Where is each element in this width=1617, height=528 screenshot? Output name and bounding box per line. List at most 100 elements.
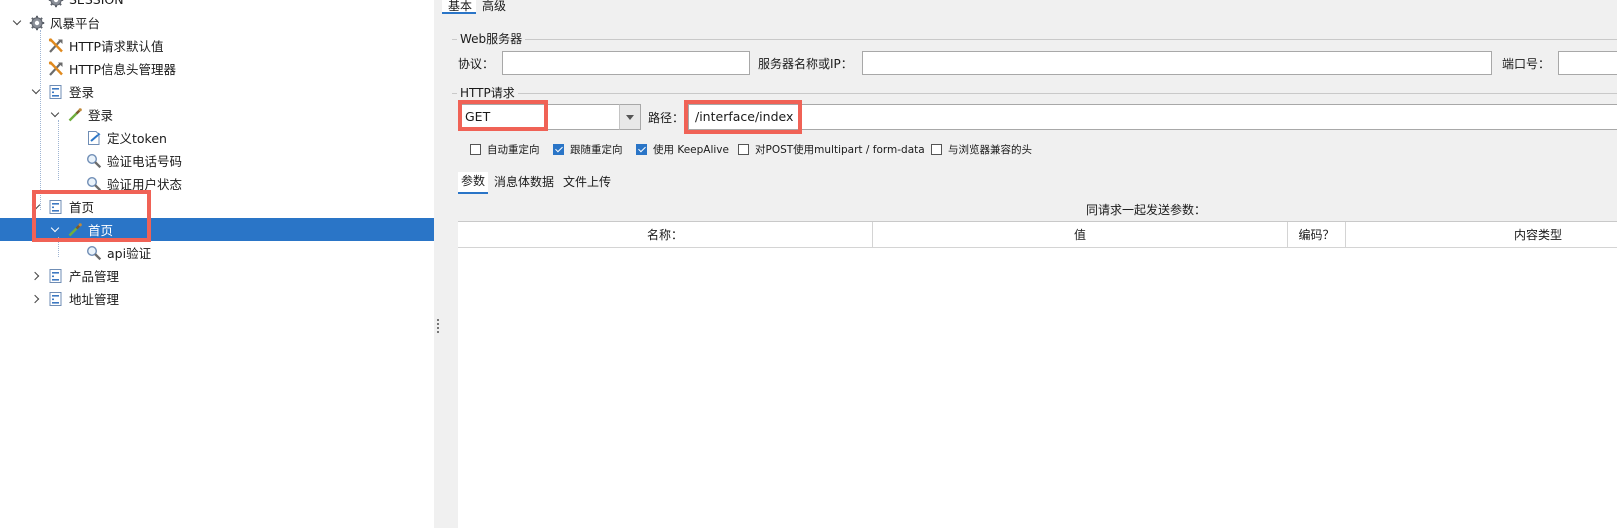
tree-node[interactable]: SESSION [0,0,434,11]
tree-node[interactable]: 产品管理 [0,264,434,287]
tree-node[interactable]: 验证电话号码 [0,149,434,172]
tree-node-label: 验证电话号码 [107,154,183,169]
checkbox-label: 自动重定向 [487,143,540,156]
splitter-grip-dot [437,331,439,333]
tree-body: SESSION风暴平台HTTP请求默认值HTTP信息头管理器登录登录定义toke… [0,0,434,311]
port-label: 端口号： [1502,57,1551,71]
gear-icon [48,0,64,8]
browser-headers-checkbox[interactable]: 与浏览器兼容的头 [931,141,1032,157]
tree-node-label: 地址管理 [69,292,120,307]
checkbox-box [553,143,564,155]
tree-node-label: HTTP信息头管理器 [69,62,176,77]
tree-node[interactable]: HTTP请求默认值 [0,34,434,57]
http-request-group-title: HTTP请求 [457,86,518,100]
tab-file-upload[interactable]: 文件上传 [560,172,614,194]
magnifier-icon [86,176,102,192]
request-body-tabs: 参数 消息体数据 文件上传 [458,172,617,194]
column-header-value[interactable]: 值 [873,222,1288,248]
tree-node-label: 风暴平台 [50,16,101,31]
web-server-group-title: Web服务器 [457,32,526,46]
tree-node-label: 验证用户状态 [107,177,183,192]
path-input[interactable]: /interface/index [688,104,1617,130]
server-name-input[interactable] [862,51,1492,75]
method-select[interactable]: GET [458,104,620,130]
tree-node-label: 首页 [88,223,114,238]
checkbox-label: 对POST使用multipart / form-data [755,143,925,156]
checkbox-box [636,143,647,155]
tree-node[interactable]: 首页 [0,195,434,218]
chevron-down-icon[interactable] [13,18,23,28]
splitter-grip-dot [437,327,439,329]
tree-node[interactable]: HTTP信息头管理器 [0,57,434,80]
checkbox-box [738,143,749,155]
tree-empty-area [0,311,434,528]
panel-tabs: 基本 高级 [442,0,510,14]
tree-guide-line [40,30,41,210]
tab-basic[interactable]: 基本 [442,0,477,14]
postprocessor-icon [86,130,102,146]
http-request-group-border [452,93,1617,94]
server-name-label: 服务器名称或IP： [758,57,853,71]
http-request-panel: 基本 高级 Web服务器 协议： 服务器名称或IP： 端口号： HTTP请求 G… [442,0,1617,528]
splitter-grip-dot [437,323,439,325]
multipart-checkbox[interactable]: 对POST使用multipart / form-data [738,141,925,157]
chevron-right-icon[interactable] [32,271,42,281]
column-header-encode[interactable]: 编码？ [1288,222,1346,248]
chevron-down-icon[interactable] [51,225,61,235]
checkbox-label: 与浏览器兼容的头 [948,143,1032,156]
thread-group-icon [48,291,64,307]
tree-node[interactable]: api验证 [0,241,434,264]
port-input[interactable] [1558,51,1617,75]
magnifier-icon [86,153,102,169]
tree-node-label: 登录 [69,85,95,100]
sampler-pipette-icon [67,107,83,123]
protocol-label: 协议： [458,57,495,71]
protocol-input[interactable] [502,51,750,75]
tree-node[interactable]: 登录 [0,103,434,126]
checkbox-label: 跟随重定向 [570,143,623,156]
test-plan-tree[interactable]: SESSION风暴平台HTTP请求默认值HTTP信息头管理器登录登录定义toke… [0,0,435,528]
tree-node[interactable]: 地址管理 [0,287,434,310]
splitter-grip-dot [437,319,439,321]
tree-node[interactable]: 定义token [0,126,434,149]
tree-node[interactable]: 登录 [0,80,434,103]
auto-redirect-checkbox[interactable]: 自动重定向 [470,141,540,157]
tree-node-label: api验证 [107,246,152,261]
column-header-name[interactable]: 名称： [458,222,873,248]
thread-group-icon [48,199,64,215]
wrench-icon [48,60,64,77]
web-server-group-border [452,39,1617,40]
params-caption: 同请求一起发送参数： [1086,203,1207,217]
pane-splitter[interactable] [434,0,442,528]
method-dropdown-button[interactable] [619,104,641,130]
tab-parameters[interactable]: 参数 [458,172,489,194]
tree-guide-line [58,120,59,180]
chevron-right-icon[interactable] [32,294,42,304]
parameters-table[interactable]: 名称： 值 编码？ 内容类型 [458,221,1617,528]
follow-redirect-checkbox[interactable]: 跟随重定向 [553,141,623,157]
tree-node[interactable]: 首页 [0,218,434,241]
tree-node[interactable]: 验证用户状态 [0,172,434,195]
tree-guide-line [58,237,59,257]
tree-node-label: 首页 [69,200,95,215]
tree-node[interactable]: 风暴平台 [0,11,434,34]
tab-advanced[interactable]: 高级 [476,0,510,14]
sampler-pipette-icon [67,222,83,238]
thread-group-icon [48,84,64,100]
chevron-down-icon[interactable] [51,110,61,120]
tree-node-label: HTTP请求默认值 [69,39,164,54]
tree-node-label: 登录 [88,108,114,123]
path-label: 路径： [648,111,685,125]
checkbox-box [470,143,481,155]
thread-group-icon [48,268,64,284]
checkbox-label: 使用 KeepAlive [653,143,729,156]
tree-node-label: SESSION [69,0,124,7]
tree-node-label: 产品管理 [69,269,120,284]
tab-body-data[interactable]: 消息体数据 [491,172,557,194]
keepalive-checkbox[interactable]: 使用 KeepAlive [636,141,729,157]
column-header-content-type[interactable]: 内容类型 [1346,222,1617,248]
magnifier-icon [86,245,102,261]
gear-icon [29,15,45,31]
wrench-icon [48,37,64,54]
tree-node-label: 定义token [107,131,167,146]
